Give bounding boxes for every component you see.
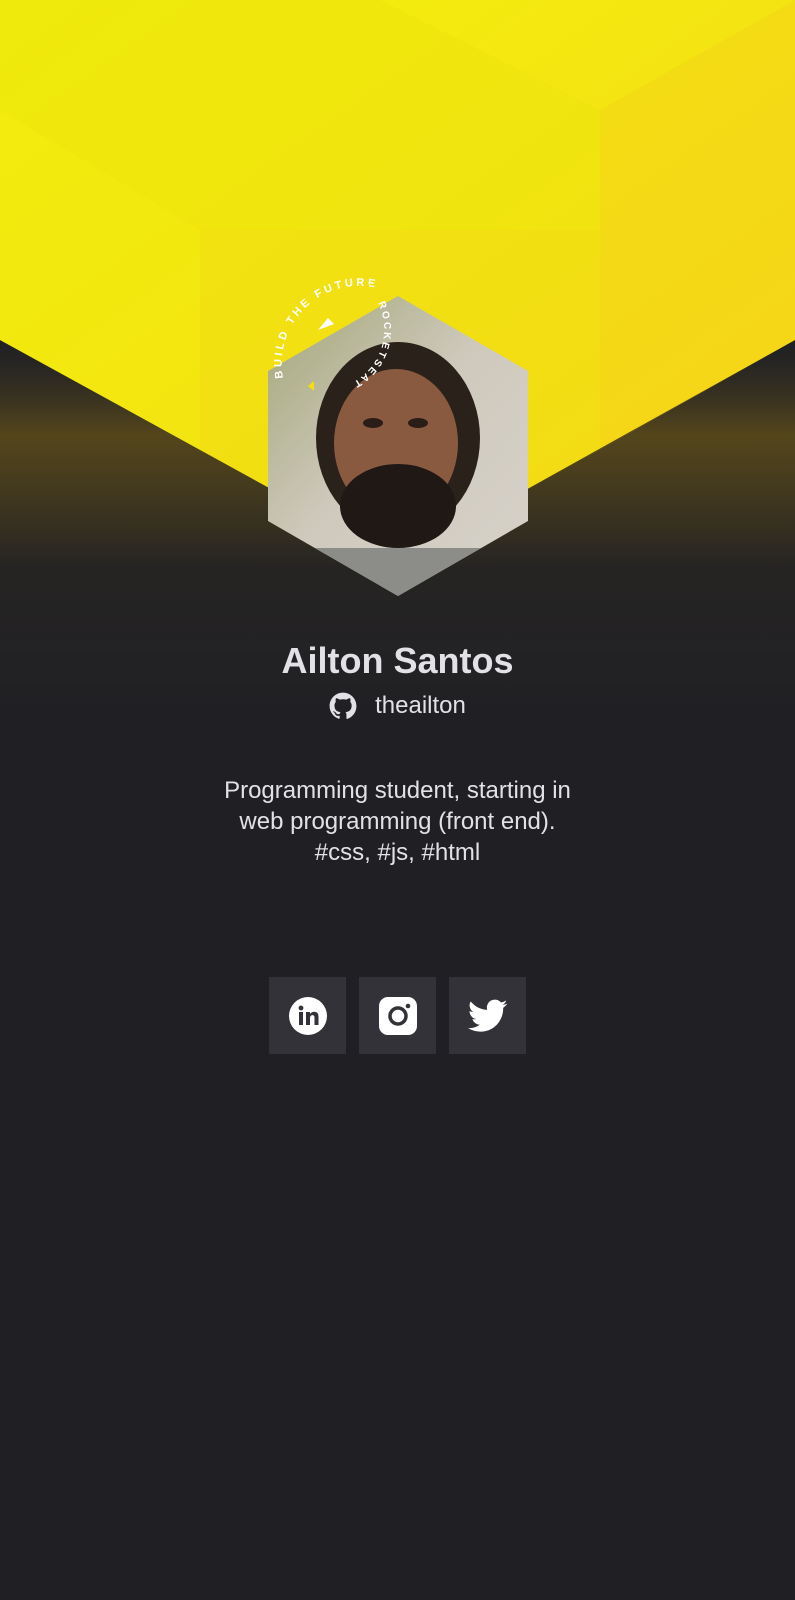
linkedin-icon xyxy=(288,996,327,1035)
profile-name: Ailton Santos xyxy=(281,640,514,681)
bio: Programming student, starting in web pro… xyxy=(0,775,795,868)
avatar: BUILD THE FUTURE ROCKETSEAT xyxy=(248,268,548,600)
avatar-hexagon: BUILD THE FUTURE ROCKETSEAT xyxy=(268,277,528,596)
github-link[interactable]: theailton xyxy=(0,690,795,722)
bio-line: Programming student, starting in xyxy=(224,777,571,804)
github-icon xyxy=(329,692,357,719)
rocket-icon xyxy=(318,318,334,330)
linkedin-button[interactable] xyxy=(269,977,346,1054)
twitter-button[interactable] xyxy=(449,977,526,1054)
github-handle: theailton xyxy=(375,692,466,719)
twitter-icon xyxy=(467,999,507,1032)
instagram-icon xyxy=(378,996,417,1035)
bio-line: #css, #js, #html xyxy=(314,839,481,866)
bio-line: web programming (front end). xyxy=(239,808,556,835)
instagram-button[interactable] xyxy=(359,977,436,1054)
social-links xyxy=(0,977,795,1054)
